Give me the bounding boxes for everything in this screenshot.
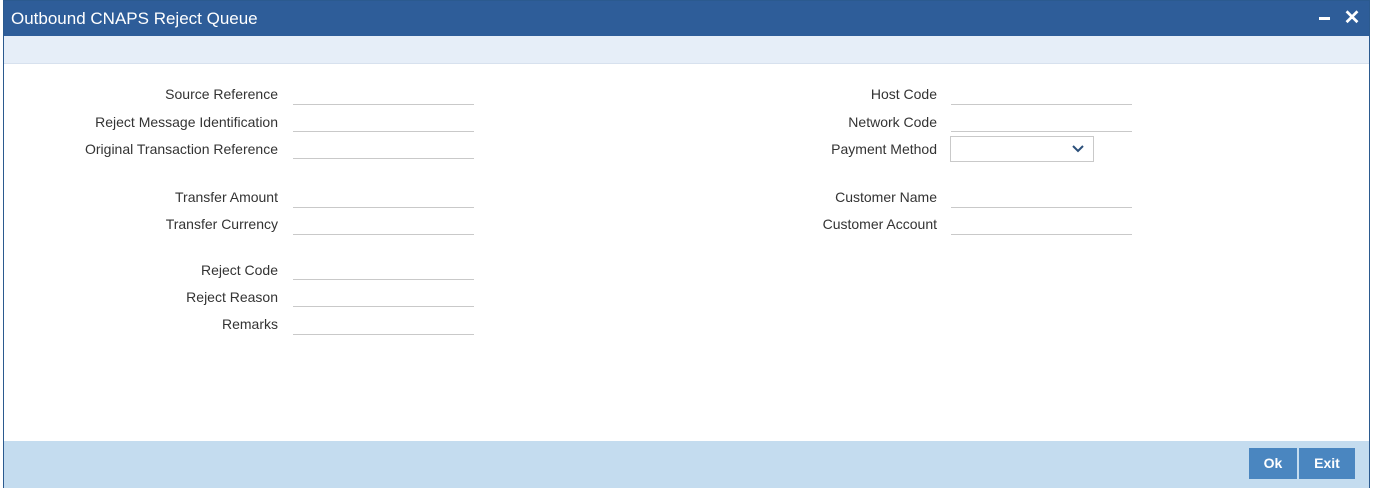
source-reference-label: Source Reference — [165, 86, 278, 102]
remarks-input[interactable] — [293, 313, 474, 335]
transfer-amount-label: Transfer Amount — [175, 189, 278, 205]
title-bar: Outbound CNAPS Reject Queue ✕ — [4, 1, 1369, 36]
payment-method-label: Payment Method — [831, 141, 937, 157]
customer-name-input[interactable] — [951, 186, 1132, 208]
payment-method-select[interactable] — [950, 136, 1094, 162]
window-title: Outbound CNAPS Reject Queue — [11, 9, 258, 28]
host-code-label: Host Code — [870, 86, 937, 102]
reject-code-input[interactable] — [293, 258, 474, 280]
source-reference-input[interactable] — [293, 83, 474, 105]
reject-code-label: Reject Code — [200, 262, 278, 278]
network-code-label: Network Code — [848, 114, 937, 130]
original-transaction-reference-input[interactable] — [293, 137, 474, 159]
transfer-currency-input[interactable] — [293, 213, 474, 235]
exit-button[interactable]: Exit — [1299, 448, 1355, 479]
minimize-icon[interactable] — [1313, 6, 1335, 30]
customer-name-label: Customer Name — [835, 189, 937, 205]
reject-reason-input[interactable] — [293, 285, 474, 307]
original-transaction-reference-label: Original Transaction Reference — [85, 141, 278, 157]
network-code-input[interactable] — [951, 110, 1132, 132]
customer-account-input[interactable] — [951, 213, 1132, 235]
remarks-label: Remarks — [221, 316, 278, 332]
close-icon[interactable]: ✕ — [1341, 6, 1363, 30]
transfer-currency-label: Transfer Currency — [165, 216, 278, 232]
chevron-down-icon — [1072, 145, 1084, 153]
transfer-amount-input[interactable] — [293, 186, 474, 208]
footer-bar: Ok Exit — [4, 441, 1369, 488]
outbound-cnaps-reject-queue-window: Outbound CNAPS Reject Queue ✕ Source Ref… — [3, 0, 1370, 488]
toolbar-strip — [4, 36, 1369, 64]
reject-message-identification-input[interactable] — [293, 110, 474, 132]
reject-reason-label: Reject Reason — [186, 289, 278, 305]
host-code-input[interactable] — [951, 83, 1132, 105]
ok-button[interactable]: Ok — [1249, 448, 1297, 479]
customer-account-label: Customer Account — [822, 216, 937, 232]
reject-message-identification-label: Reject Message Identification — [95, 114, 278, 130]
